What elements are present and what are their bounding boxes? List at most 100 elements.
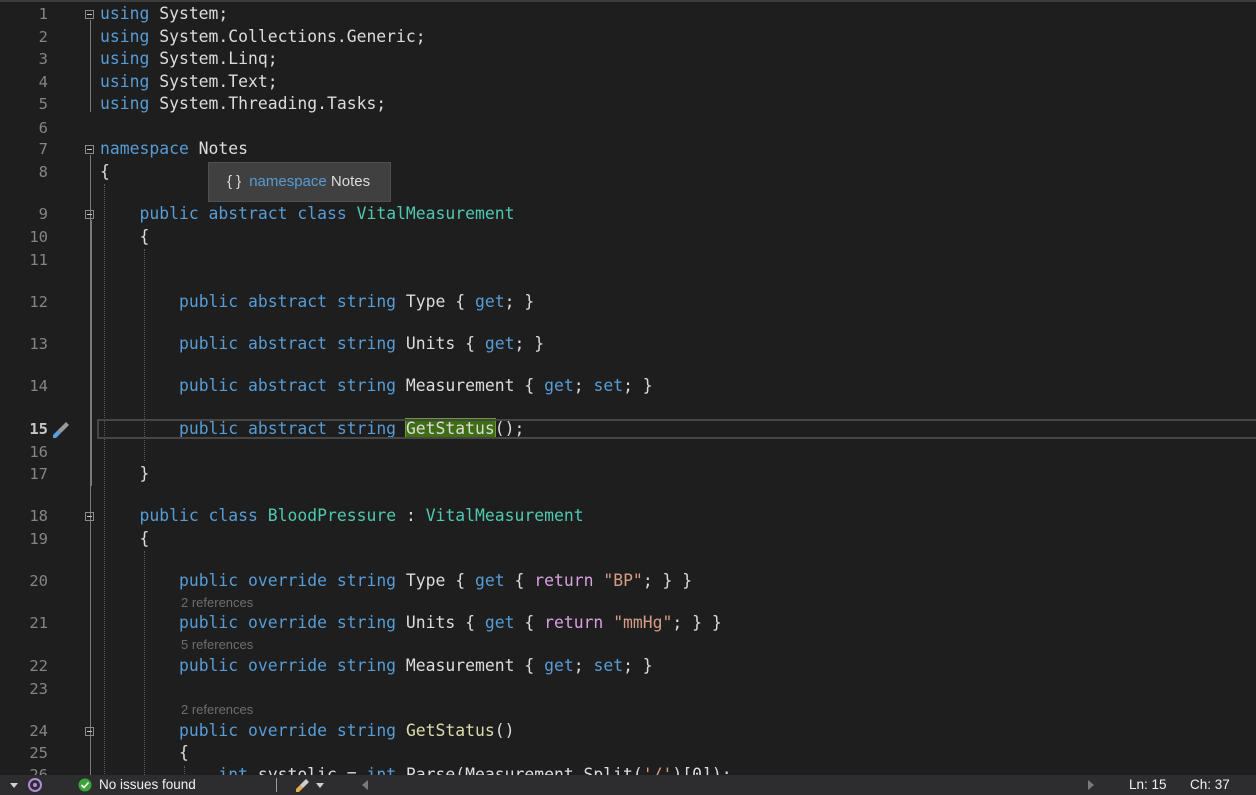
line-number: 9: [38, 205, 48, 223]
codelens-references[interactable]: 2 references: [181, 702, 253, 718]
code-token: Notes: [188, 139, 249, 158]
line-number: 5: [38, 95, 48, 113]
code-token: using: [100, 49, 150, 68]
code-token: public abstract class: [139, 204, 347, 223]
collapse-method-icon[interactable]: [85, 727, 94, 736]
codelens-references[interactable]: 2 references: [181, 595, 253, 611]
line-number: 2: [38, 28, 48, 46]
code-line[interactable]: using System.Threading.Tasks;: [100, 94, 386, 114]
code-token: public override string: [178, 721, 397, 740]
line-number: 23: [29, 680, 48, 698]
code-line[interactable]: using System.Text;: [100, 72, 278, 92]
quick-actions-brush-icon[interactable]: [50, 419, 72, 441]
code-token: get: [475, 571, 505, 590]
code-line[interactable]: public override string GetStatus(): [100, 721, 515, 741]
collapse-class-icon[interactable]: [85, 210, 94, 219]
code-token: get: [544, 376, 574, 395]
code-token: :: [396, 506, 426, 525]
code-token: ;: [573, 376, 594, 395]
tooltip-name: Notes: [330, 173, 371, 190]
code-token: System.Collections.Generic;: [149, 27, 426, 46]
column-indicator[interactable]: Ch: 37: [1190, 775, 1230, 795]
code-line[interactable]: int systolic = int.Parse(Measurement.Spl…: [100, 765, 731, 775]
scroll-left-icon[interactable]: [360, 779, 370, 791]
line-number: 7: [38, 140, 48, 158]
code-token: public override string: [178, 656, 397, 675]
line-number: 6: [38, 119, 48, 137]
code-line[interactable]: using System;: [100, 4, 228, 24]
code-token: public abstract string: [178, 334, 397, 353]
indent-guide: [144, 551, 145, 775]
copilot-icon[interactable]: [26, 777, 44, 793]
code-token: namespace: [100, 139, 189, 158]
code-token: using: [100, 4, 150, 23]
code-token: "BP": [603, 571, 643, 590]
code-token: using: [100, 72, 150, 91]
code-token: System.Linq;: [149, 49, 278, 68]
code-line[interactable]: {: [100, 227, 149, 247]
line-number: 22: [29, 657, 48, 675]
issues-status[interactable]: No issues found: [99, 775, 196, 795]
code-editor[interactable]: 1 2 3 4 5 6 7 8 9 10 11 12 13 14 15 16 17 18 19 20 21 22 23 24 2…: [0, 0, 1256, 775]
line-number: 24: [29, 722, 48, 740]
namespace-tooltip: { } namespace Notes: [208, 162, 391, 202]
code-line[interactable]: {: [100, 162, 110, 182]
code-token: Type {: [396, 292, 476, 311]
code-line[interactable]: public override string Type { get { retu…: [100, 571, 692, 591]
line-number: 10: [29, 228, 48, 246]
code-token: Measurement {: [396, 656, 545, 675]
code-line[interactable]: }: [100, 464, 149, 484]
brush-icon[interactable]: [294, 777, 312, 793]
code-token: get: [484, 334, 515, 353]
code-token: public class: [139, 506, 258, 525]
indent-guide: [104, 184, 105, 775]
code-token: ; } }: [642, 571, 693, 590]
code-line[interactable]: public override string Measurement { get…: [100, 656, 653, 676]
line-number: 20: [29, 572, 48, 590]
code-token: get: [475, 292, 505, 311]
divider: [276, 778, 277, 792]
code-line[interactable]: public override string Units { get { ret…: [100, 613, 722, 633]
line-number: 1: [38, 5, 48, 23]
code-token: ; }: [623, 376, 653, 395]
code-token: set: [593, 376, 624, 395]
tooltip-keyword: namespace: [249, 173, 327, 190]
collapse-class-icon[interactable]: [85, 512, 94, 521]
collapse-namespace-icon[interactable]: [85, 145, 94, 154]
code-line[interactable]: public class BloodPressure : VitalMeasur…: [100, 506, 583, 526]
fold-line: [91, 220, 92, 486]
codelens-references[interactable]: 5 references: [181, 637, 253, 653]
code-line[interactable]: public abstract string Units { get; }: [100, 334, 544, 354]
code-line[interactable]: using System.Linq;: [100, 49, 278, 69]
code-line[interactable]: namespace Notes: [100, 139, 248, 159]
scroll-right-icon[interactable]: [1086, 779, 1096, 791]
check-circle-icon: [78, 778, 92, 792]
line-indicator[interactable]: Ln: 15: [1129, 775, 1167, 795]
line-number: 4: [38, 73, 48, 91]
code-token: .Parse(Measurement.Split(: [396, 765, 643, 775]
code-line[interactable]: public abstract string Type { get; }: [100, 292, 534, 312]
code-token: ; }: [623, 656, 653, 675]
code-token: using: [100, 94, 150, 113]
collapse-using-icon[interactable]: [85, 10, 94, 19]
code-line[interactable]: public abstract class VitalMeasurement: [100, 204, 514, 224]
code-token: Type {: [396, 571, 476, 590]
chevron-down-icon[interactable]: [10, 782, 20, 790]
chevron-down-icon[interactable]: [316, 782, 326, 790]
code-line[interactable]: {: [100, 529, 149, 549]
code-line[interactable]: using System.Collections.Generic;: [100, 27, 426, 47]
code-line[interactable]: public abstract string Measurement { get…: [100, 376, 653, 396]
code-token: {: [100, 162, 110, 181]
